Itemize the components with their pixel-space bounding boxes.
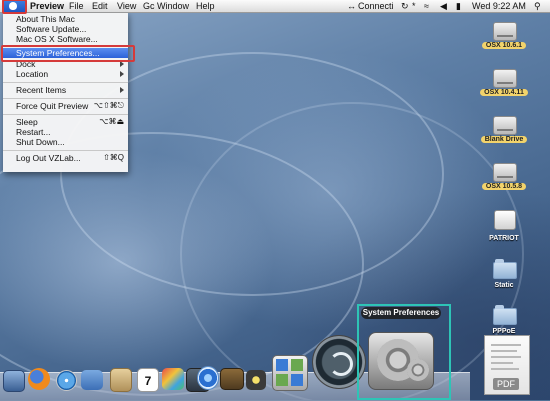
- spaces-pane: [291, 359, 303, 371]
- menu-item-label: Sleep: [16, 117, 38, 127]
- app-menu-preview[interactable]: Preview: [30, 0, 64, 12]
- menu-item-label: About This Mac: [16, 14, 75, 24]
- document-line: [491, 368, 519, 370]
- spaces-icon[interactable]: [272, 355, 308, 391]
- desktop-icon-label: Blank Drive: [480, 136, 528, 143]
- wifi-icon[interactable]: ≈: [424, 0, 429, 12]
- hard-drive-icon: [493, 163, 517, 182]
- battery-icon[interactable]: ▮: [456, 0, 461, 12]
- address-book-icon[interactable]: [110, 368, 132, 392]
- desktop-icon-blank-drive[interactable]: Blank Drive: [474, 116, 534, 150]
- spotlight-icon[interactable]: ⚲: [534, 0, 541, 12]
- menu-item-about-this-mac[interactable]: About This Mac: [3, 14, 128, 24]
- menu-item-shortcut: ⌥⇧⌘⎋: [93, 101, 124, 110]
- system-preferences-dock-icon[interactable]: [368, 332, 434, 390]
- preview-dock-icon[interactable]: [3, 370, 25, 392]
- menu-item-sleep[interactable]: Sleep ⌥⌘⏏: [3, 117, 128, 127]
- menu-item-label: Mac OS X Software...: [16, 34, 98, 44]
- bluetooth-icon[interactable]: *: [412, 0, 416, 12]
- menu-separator: [3, 98, 128, 99]
- calendar-day: 7: [144, 374, 152, 388]
- menu-edit[interactable]: Edit: [92, 0, 108, 12]
- menu-item-location[interactable]: Location: [3, 69, 128, 79]
- menu-item-shut-down[interactable]: Shut Down...: [3, 137, 128, 147]
- ical-calendar-icon[interactable]: 7: [137, 368, 159, 392]
- gear-icon: [407, 359, 429, 381]
- menu-item-label: Recent Items: [16, 85, 67, 95]
- pdf-badge: PDF: [493, 378, 519, 390]
- menubar-clock[interactable]: Wed 9:22 AM: [472, 0, 526, 12]
- document-line: [491, 362, 513, 364]
- menu-window[interactable]: Window: [157, 0, 189, 12]
- firefox-icon[interactable]: [28, 368, 50, 390]
- apple-menu-dropdown: About This Mac Software Update... Mac OS…: [3, 12, 128, 172]
- folder-icon: [493, 259, 517, 279]
- menu-help[interactable]: Help: [196, 0, 215, 12]
- menu-view[interactable]: View: [117, 0, 136, 12]
- menu-item-label: Software Update...: [16, 24, 87, 34]
- sync-icon[interactable]: ↻: [401, 0, 409, 12]
- desktop-icon-static[interactable]: Static: [474, 258, 534, 292]
- desktop-icon-label: Static: [494, 282, 514, 289]
- menu-separator: [3, 82, 128, 83]
- ichat-camera-icon[interactable]: [81, 370, 103, 390]
- folder-icon: [493, 305, 517, 325]
- menu-item-label: Log Out VZLab...: [16, 153, 81, 163]
- dock-tooltip: System Preferences: [361, 307, 441, 319]
- menu-item-label: Shut Down...: [16, 137, 65, 147]
- menu-bar: Preview File Edit View Gc Window Help ↔ …: [0, 0, 550, 13]
- itunes-icon[interactable]: [197, 366, 219, 390]
- spaces-pane: [276, 374, 288, 386]
- connection-status[interactable]: Connecti: [358, 0, 394, 12]
- spaces-pane: [291, 374, 303, 386]
- safari-compass-icon[interactable]: [56, 370, 77, 391]
- menu-item-shortcut: ⌥⌘⏏: [99, 117, 124, 126]
- menu-item-software-update[interactable]: Software Update...: [3, 24, 128, 34]
- desktop-icon-label: OSX 10.5.8: [481, 183, 527, 190]
- menu-item-log-out[interactable]: Log Out VZLab... ⇧⌘Q: [3, 153, 128, 163]
- menu-go[interactable]: Gc: [143, 0, 155, 12]
- menu-item-label: Force Quit Preview: [16, 101, 89, 111]
- usb-drive-icon: [494, 210, 516, 230]
- menu-item-recent-items[interactable]: Recent Items: [3, 85, 128, 95]
- photo-icon[interactable]: [162, 368, 184, 390]
- desktop-icon-patriot[interactable]: PATRIOT: [474, 210, 534, 244]
- menu-item-shortcut: ⇧⌘Q: [103, 153, 124, 162]
- submenu-arrow-icon: [120, 87, 124, 93]
- document-line: [491, 356, 521, 358]
- menu-item-force-quit[interactable]: Force Quit Preview ⌥⇧⌘⎋: [3, 101, 128, 111]
- menu-item-label: Restart...: [16, 127, 51, 137]
- menu-item-label: Location: [16, 69, 49, 79]
- menu-item-mac-os-x-software[interactable]: Mac OS X Software...: [3, 34, 128, 44]
- menu-item-restart[interactable]: Restart...: [3, 127, 128, 137]
- desktop-icon-osx-10-6-1[interactable]: OSX 10.6.1: [474, 22, 534, 56]
- hard-drive-icon: [493, 22, 517, 41]
- spaces-pane: [276, 359, 288, 371]
- menu-separator: [3, 114, 128, 115]
- desktop-icon-pppoe[interactable]: PPPoE: [474, 304, 534, 338]
- desktop-icon-label: OSX 10.6.1: [481, 42, 527, 49]
- desktop-icon-osx-10-5-8[interactable]: OSX 10.5.8: [474, 163, 534, 197]
- menu-separator: [3, 150, 128, 151]
- desktop-icon-label: OSX 10.4.11: [480, 89, 528, 96]
- menu-file[interactable]: File: [69, 0, 84, 12]
- imovie-star-icon[interactable]: [246, 370, 266, 390]
- document-line: [491, 350, 517, 352]
- hard-drive-icon: [493, 69, 517, 88]
- network-arrows-icon[interactable]: ↔: [347, 0, 356, 12]
- hard-drive-icon: [493, 116, 517, 135]
- desktop-icon-label: PATRIOT: [489, 235, 519, 242]
- system-preferences-annotation: [1, 45, 135, 62]
- document-line: [491, 344, 521, 346]
- volume-icon[interactable]: ◀: [440, 0, 447, 12]
- iphoto-icon[interactable]: [220, 368, 244, 390]
- desktop-icon-osx-10-4-11[interactable]: OSX 10.4.11: [474, 69, 534, 103]
- apple-menu-annotation: [2, 0, 27, 14]
- submenu-arrow-icon: [120, 71, 124, 77]
- desktop-icon-label: PPPoE: [492, 328, 516, 335]
